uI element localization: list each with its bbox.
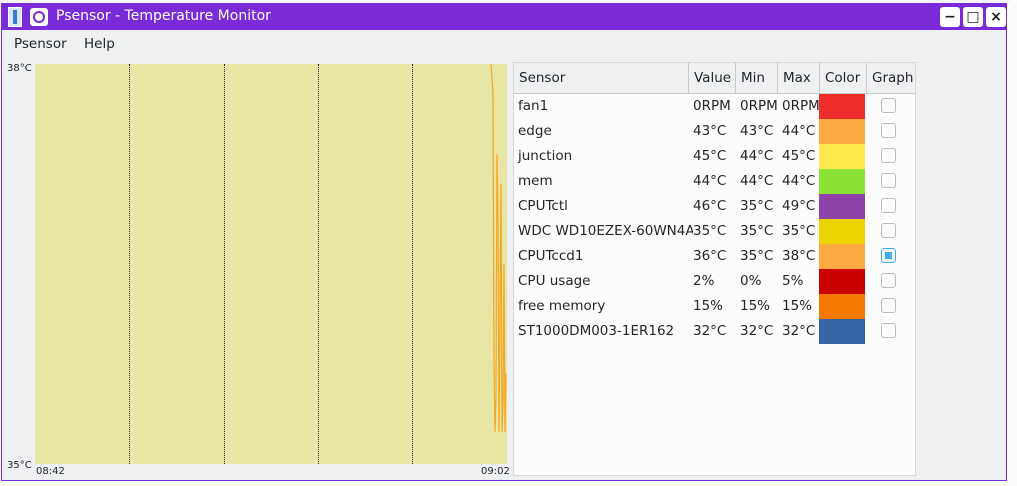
sensor-name: CPU usage bbox=[518, 273, 591, 289]
sensor-max: 32°C bbox=[782, 323, 816, 339]
graph-panel: 38°C 35°C 08:42 09:02 bbox=[2, 60, 510, 480]
sensor-value: 44°C bbox=[693, 173, 727, 189]
graph-checkbox[interactable] bbox=[881, 148, 896, 163]
column-max[interactable]: Max bbox=[778, 63, 820, 93]
graph-checkbox[interactable] bbox=[881, 298, 896, 313]
graph-checkbox[interactable] bbox=[881, 173, 896, 188]
graph-checkbox[interactable] bbox=[881, 223, 896, 238]
sensor-max: 49°C bbox=[782, 198, 816, 214]
sensor-max: 44°C bbox=[782, 123, 816, 139]
sensor-max: 44°C bbox=[782, 173, 816, 189]
color-swatch[interactable] bbox=[819, 144, 865, 169]
color-swatch[interactable] bbox=[819, 119, 865, 144]
color-swatch[interactable] bbox=[819, 169, 865, 194]
app-icon bbox=[30, 8, 48, 26]
table-row[interactable]: junction 45°C 44°C 45°C bbox=[514, 144, 915, 169]
sensor-min: 44°C bbox=[740, 148, 774, 164]
x-axis-end-label: 09:02 bbox=[481, 466, 510, 477]
sensor-min: 0RPM bbox=[740, 98, 778, 114]
table-row[interactable]: mem 44°C 44°C 44°C bbox=[514, 169, 915, 194]
table-row[interactable]: ST1000DM003-1ER162 32°C 32°C 32°C bbox=[514, 319, 915, 344]
menu-help[interactable]: Help bbox=[84, 36, 115, 52]
sensor-name: edge bbox=[518, 123, 552, 139]
color-swatch[interactable] bbox=[819, 194, 865, 219]
sensor-min: 35°C bbox=[740, 248, 774, 264]
sensor-max: 5% bbox=[782, 273, 804, 289]
color-swatch[interactable] bbox=[819, 244, 865, 269]
sensor-min: 35°C bbox=[740, 198, 774, 214]
sensor-value: 35°C bbox=[693, 223, 727, 239]
table-row[interactable]: fan1 0RPM 0RPM 0RPM bbox=[514, 94, 915, 119]
sensor-value: 2% bbox=[693, 273, 715, 289]
color-swatch[interactable] bbox=[819, 219, 865, 244]
graph-checkbox[interactable] bbox=[881, 198, 896, 213]
sensor-min: 35°C bbox=[740, 223, 774, 239]
sensor-name: CPUTctl bbox=[518, 198, 568, 214]
graph-checkbox[interactable] bbox=[881, 273, 896, 288]
y-axis-max-label: 38°C bbox=[7, 63, 32, 74]
sensor-min: 15% bbox=[740, 298, 771, 314]
table-row[interactable]: edge 43°C 43°C 44°C bbox=[514, 119, 915, 144]
sensor-name: ST1000DM003-1ER162 bbox=[518, 323, 675, 339]
psensor-window: Psensor - Temperature Monitor − □ × Psen… bbox=[1, 3, 1007, 481]
sensor-name: CPUTccd1 bbox=[518, 248, 584, 264]
menu-bar: Psensor Help bbox=[2, 30, 1006, 58]
sensor-name: free memory bbox=[518, 298, 606, 314]
sensor-max: 45°C bbox=[782, 148, 816, 164]
column-sensor[interactable]: Sensor bbox=[514, 63, 689, 93]
graph-checkbox[interactable] bbox=[881, 98, 896, 113]
column-min[interactable]: Min bbox=[736, 63, 778, 93]
sensor-min: 32°C bbox=[740, 323, 774, 339]
title-bar[interactable]: Psensor - Temperature Monitor − □ × bbox=[2, 4, 1006, 30]
table-row[interactable]: CPUTccd1 36°C 35°C 38°C bbox=[514, 244, 915, 269]
sensor-value: 0RPM bbox=[693, 98, 731, 114]
sensor-name: WDC WD10EZEX-60WN4A0 bbox=[518, 223, 693, 239]
window-menu-icon[interactable] bbox=[8, 7, 22, 27]
window-title: Psensor - Temperature Monitor bbox=[56, 8, 271, 24]
table-row[interactable]: WDC WD10EZEX-60WN4A0 35°C 35°C 35°C bbox=[514, 219, 915, 244]
maximize-button[interactable]: □ bbox=[963, 7, 983, 27]
sensor-value: 15% bbox=[693, 298, 724, 314]
menu-psensor[interactable]: Psensor bbox=[14, 36, 67, 52]
sensor-value: 36°C bbox=[693, 248, 727, 264]
sensor-table: Sensor Value Min Max Color Graph fan1 0RP… bbox=[513, 62, 916, 476]
close-button[interactable]: × bbox=[986, 7, 1006, 27]
sensor-name: fan1 bbox=[518, 98, 549, 114]
color-swatch[interactable] bbox=[819, 294, 865, 319]
graph-checkbox[interactable] bbox=[881, 123, 896, 138]
sensor-max: 35°C bbox=[782, 223, 816, 239]
table-row[interactable]: CPU usage 2% 0% 5% bbox=[514, 269, 915, 294]
column-color[interactable]: Color bbox=[820, 63, 867, 93]
sensor-value: 46°C bbox=[693, 198, 727, 214]
color-swatch[interactable] bbox=[819, 319, 865, 344]
column-value[interactable]: Value bbox=[689, 63, 736, 93]
sensor-max: 0RPM bbox=[782, 98, 820, 114]
main-content: 38°C 35°C 08:42 09:02 Sensor Value Min M… bbox=[2, 60, 1006, 480]
graph-plot bbox=[35, 64, 507, 464]
sensor-graph-line bbox=[490, 64, 507, 433]
sensor-min: 0% bbox=[740, 273, 762, 289]
sensor-max: 38°C bbox=[782, 248, 816, 264]
sensor-max: 15% bbox=[782, 298, 813, 314]
sensor-name: mem bbox=[518, 173, 553, 189]
sensor-value: 32°C bbox=[693, 323, 727, 339]
x-axis-start-label: 08:42 bbox=[36, 466, 65, 477]
minimize-button[interactable]: − bbox=[940, 7, 960, 27]
sensor-name: junction bbox=[518, 148, 573, 164]
sensor-min: 43°C bbox=[740, 123, 774, 139]
color-swatch[interactable] bbox=[819, 94, 865, 119]
background-bottom bbox=[0, 482, 1017, 486]
table-header: Sensor Value Min Max Color Graph bbox=[514, 63, 915, 94]
color-swatch[interactable] bbox=[819, 269, 865, 294]
y-axis-min-label: 35°C bbox=[7, 460, 32, 471]
sensor-min: 44°C bbox=[740, 173, 774, 189]
column-graph[interactable]: Graph bbox=[867, 63, 915, 93]
sensor-value: 45°C bbox=[693, 148, 727, 164]
graph-checkbox[interactable] bbox=[881, 323, 896, 338]
table-row[interactable]: CPUTctl 46°C 35°C 49°C bbox=[514, 194, 915, 219]
background-window-edge bbox=[1009, 0, 1017, 486]
table-row[interactable]: free memory 15% 15% 15% bbox=[514, 294, 915, 319]
sensor-value: 43°C bbox=[693, 123, 727, 139]
graph-checkbox[interactable] bbox=[881, 248, 896, 263]
